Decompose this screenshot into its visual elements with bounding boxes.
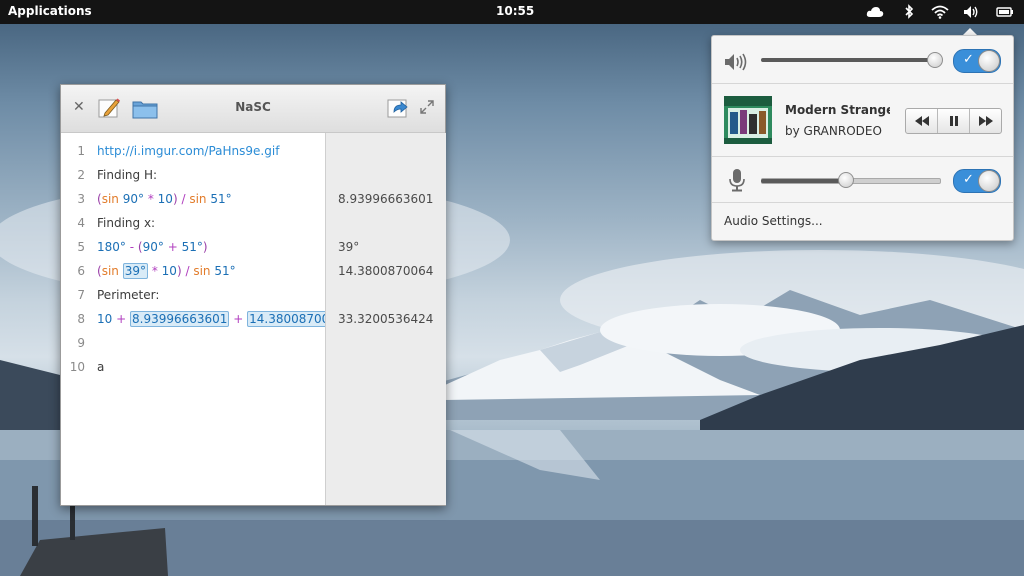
result-value[interactable]: 39° <box>338 240 359 254</box>
album-art[interactable] <box>724 96 772 144</box>
editor-line[interactable]: 5 180° - (90° + 51°) <box>61 235 325 259</box>
line-number: 1 <box>77 144 85 158</box>
speaker-icon[interactable] <box>724 51 750 76</box>
line-number: 3 <box>77 192 85 206</box>
line-number: 8 <box>77 312 85 326</box>
line-number: 7 <box>77 288 85 302</box>
output-volume-track[interactable] <box>761 58 939 62</box>
separator <box>712 156 1013 157</box>
line-reference[interactable]: 8.93996663601 <box>130 311 230 327</box>
next-button[interactable] <box>970 109 1001 133</box>
editor-line[interactable]: 3 (sin 90° * 10) / sin 51° <box>61 187 325 211</box>
check-icon: ✓ <box>963 52 974 67</box>
nasc-window: ✕ NaSC 1 http://i.imgur.com/PaHns9e.gif … <box>60 84 446 506</box>
line-text[interactable]: a <box>97 360 104 374</box>
bluetooth-icon[interactable] <box>900 4 918 20</box>
line-number: 4 <box>77 216 85 230</box>
line-text[interactable]: 180° - (90° + 51°) <box>97 240 208 254</box>
rewind-icon <box>915 116 929 126</box>
maximize-icon[interactable] <box>420 100 434 114</box>
input-volume-fill <box>761 179 847 183</box>
result-value[interactable]: 33.3200536424 <box>338 312 433 326</box>
wifi-icon[interactable] <box>931 4 949 20</box>
audio-settings-link[interactable]: Audio Settings... <box>724 214 823 228</box>
line-number: 10 <box>69 360 85 374</box>
editor-line[interactable]: 2 Finding H: <box>61 163 325 187</box>
track-artist: by GRANRODEO <box>785 124 882 138</box>
editor-line[interactable]: 4 Finding x: <box>61 211 325 235</box>
line-number: 9 <box>77 336 85 350</box>
check-icon: ✓ <box>963 172 974 187</box>
window-titlebar[interactable]: ✕ NaSC <box>61 85 445 133</box>
sound-indicator-popover: ✓ Modern Strange Cowboy by GRANRODEO <box>711 35 1014 241</box>
switch-knob <box>978 170 1000 192</box>
input-mute-switch[interactable]: ✓ <box>953 169 1001 193</box>
output-volume-knob[interactable] <box>927 52 944 68</box>
line-text[interactable]: Finding x: <box>97 216 155 230</box>
pause-button[interactable] <box>938 109 970 133</box>
pause-icon <box>950 116 958 126</box>
editor-line[interactable]: 9 <box>61 331 325 355</box>
results-pane: 8.93996663601 39° 14.3800870064 33.32005… <box>325 133 446 505</box>
line-text[interactable]: (sin 90° * 10) / sin 51° <box>97 192 232 206</box>
line-text[interactable]: http://i.imgur.com/PaHns9e.gif <box>97 144 279 158</box>
line-text[interactable]: Finding H: <box>97 168 157 182</box>
applications-menu-button[interactable]: Applications <box>8 4 92 18</box>
clock[interactable]: 10:55 <box>496 4 534 18</box>
microphone-icon[interactable] <box>728 168 746 195</box>
editor-line[interactable]: 10 a <box>61 355 325 379</box>
previous-button[interactable] <box>906 109 938 133</box>
editor-line[interactable]: 1 http://i.imgur.com/PaHns9e.gif <box>61 139 325 163</box>
media-controls <box>905 108 1002 134</box>
cloud-icon[interactable] <box>866 4 884 20</box>
input-volume-knob[interactable] <box>838 172 855 188</box>
line-number: 5 <box>77 240 85 254</box>
switch-knob <box>978 50 1000 72</box>
output-mute-switch[interactable]: ✓ <box>953 49 1001 73</box>
line-number: 6 <box>77 264 85 278</box>
line-text[interactable]: Perimeter: <box>97 288 159 302</box>
battery-icon[interactable] <box>996 4 1014 20</box>
result-value[interactable]: 8.93996663601 <box>338 192 433 206</box>
result-value[interactable]: 14.3800870064 <box>338 264 433 278</box>
line-number: 2 <box>77 168 85 182</box>
line-text[interactable]: 10 + 8.93996663601 + 14.3800870064 <box>97 311 347 327</box>
volume-icon[interactable] <box>963 4 981 20</box>
fast-forward-icon <box>979 116 993 126</box>
line-reference[interactable]: 39° <box>122 263 148 279</box>
top-panel: Applications 10:55 <box>0 0 1024 24</box>
line-text[interactable]: (sin 39° * 10) / sin 51° <box>97 263 236 279</box>
editor-line[interactable]: 7 Perimeter: <box>61 283 325 307</box>
editor-line[interactable]: 8 10 + 8.93996663601 + 14.3800870064 <box>61 307 347 331</box>
track-title: Modern Strange Cowboy <box>785 103 890 117</box>
expression-editor[interactable]: 1 http://i.imgur.com/PaHns9e.gif 2 Findi… <box>61 133 347 505</box>
separator <box>712 202 1013 203</box>
separator <box>712 83 1013 84</box>
editor-line[interactable]: 6 (sin 39° * 10) / sin 51° <box>61 259 325 283</box>
share-icon[interactable] <box>386 96 410 120</box>
